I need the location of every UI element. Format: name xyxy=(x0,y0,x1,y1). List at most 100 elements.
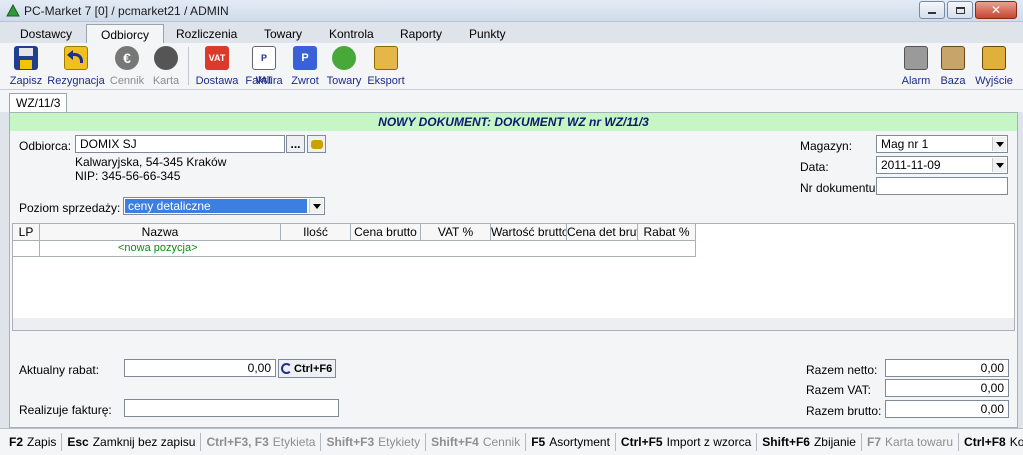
exit-door-icon xyxy=(982,46,1006,70)
database-button[interactable]: Baza xyxy=(938,45,968,89)
apple-icon xyxy=(154,46,178,70)
document-number-label: Nr dokumentu: xyxy=(800,181,879,195)
new-position-row[interactable]: <nowa pozycja> xyxy=(118,241,198,256)
column-header-wartosc-brutto[interactable]: Wartość brutto xyxy=(491,224,567,241)
customer-lookup-button[interactable] xyxy=(307,135,326,153)
maximize-icon xyxy=(955,6,965,14)
column-header-cena-brutto[interactable]: Cena brutto xyxy=(351,224,421,241)
document-number-field[interactable] xyxy=(876,177,1008,195)
menu-tab-rozliczenia[interactable]: Rozliczenia xyxy=(176,27,237,41)
sales-level-value: ceny detaliczne xyxy=(125,199,307,213)
status-bar: F2 Zapis Esc Zamknij bez zapisu Ctrl+F3, F… xyxy=(0,428,1023,455)
floppy-disk-icon xyxy=(14,46,38,70)
return-document-icon: P xyxy=(293,46,317,70)
menu-tab-towary[interactable]: Towary xyxy=(264,27,302,41)
shortcut-import-template[interactable]: Ctrl+F5 Import z wzorca xyxy=(616,433,758,451)
shortcut-columns[interactable]: Ctrl+F8Kolumny xyxy=(959,433,1023,451)
current-discount-label: Aktualny rabat: xyxy=(19,363,100,377)
shortcut-price-list[interactable]: Shift+F4 Cennik xyxy=(426,433,527,451)
invoice-button[interactable]: P VAT Faktura xyxy=(243,45,285,89)
document-panel: NOWY DOKUMENT: DOKUMENT WZ nr WZ/11/3 Od… xyxy=(9,112,1018,428)
items-grid[interactable]: LP Nazwa Ilość Cena brutto VAT % Wartość… xyxy=(12,223,1015,331)
invoice-ref-label: Realizuje fakturę: xyxy=(19,403,112,417)
warehouse-label: Magazyn: xyxy=(800,139,853,153)
current-discount-field[interactable]: 0,00 xyxy=(124,359,276,377)
minimize-icon xyxy=(928,12,936,14)
shortcut-close-without-save[interactable]: Esc Zamknij bez zapisu xyxy=(62,433,202,451)
minimize-button[interactable] xyxy=(919,1,945,19)
toolbar: Zapisz Rezygnacja € Cennik Karta VAT Dos… xyxy=(0,43,1023,90)
menu-bar: Dostawcy Odbiorcy Rozliczenia Towary Kon… xyxy=(0,22,1023,44)
export-icon xyxy=(374,46,398,70)
ellipsis-icon: ... xyxy=(290,137,301,151)
export-button[interactable]: Eksport xyxy=(366,45,406,89)
customer-label: Odbiorca: xyxy=(19,139,72,153)
app-logo-icon xyxy=(6,4,20,17)
customer-field[interactable]: DOMIX SJ xyxy=(75,135,285,153)
menu-tab-dostawcy[interactable]: Dostawcy xyxy=(20,27,72,41)
alarm-button[interactable]: Alarm xyxy=(898,45,934,89)
maximize-button[interactable] xyxy=(947,1,973,19)
menu-tab-odbiorcy[interactable]: Odbiorcy xyxy=(86,24,165,44)
column-header-rabat[interactable]: Rabat % xyxy=(638,224,696,241)
table-row[interactable]: <nowa pozycja> xyxy=(13,241,696,257)
exit-button[interactable]: Wyjście xyxy=(973,45,1015,89)
column-header-cena-det-brutto[interactable]: Cena det brutto xyxy=(567,224,638,241)
euro-tag-icon: € xyxy=(115,46,139,70)
shortcut-assortment[interactable]: F5 Asortyment xyxy=(526,433,616,451)
total-net-value: 0,00 xyxy=(885,359,1009,377)
sales-level-select[interactable]: ceny detaliczne xyxy=(123,197,325,215)
delivery-button[interactable]: VAT Dostawa xyxy=(194,45,240,89)
refresh-icon xyxy=(281,363,292,374)
warehouse-select[interactable]: Mag nr 1 xyxy=(876,135,1008,153)
cancel-button[interactable]: Rezygnacja xyxy=(47,45,105,89)
vat-truck-icon: VAT xyxy=(205,46,229,70)
shortcut-label[interactable]: Ctrl+F3, F3 Etykieta xyxy=(201,433,322,451)
chevron-down-icon xyxy=(309,199,323,213)
shortcut-save[interactable]: F2 Zapis xyxy=(4,433,63,451)
warehouse-value: Mag nr 1 xyxy=(881,137,929,151)
shortcut-labels[interactable]: Shift+F3 Etykiety xyxy=(321,433,427,451)
customer-address: Kalwaryjska, 54-345 Kraków xyxy=(75,155,227,169)
sales-level-label: Poziom sprzedaży: xyxy=(19,201,121,215)
document-tabstrip: WZ/11/3 xyxy=(0,90,1023,112)
refresh-discount-button[interactable]: Ctrl+F6 xyxy=(278,359,337,378)
alarm-icon xyxy=(904,46,928,70)
products-button[interactable]: Towary xyxy=(325,45,363,89)
document-header: NOWY DOKUMENT: DOKUMENT WZ nr WZ/11/3 xyxy=(10,113,1017,131)
fruit-basket-icon xyxy=(332,46,356,70)
column-header-ilosc[interactable]: Ilość xyxy=(281,224,351,241)
column-header-nazwa[interactable]: Nazwa xyxy=(40,224,281,241)
date-value: 2011-11-09 xyxy=(881,158,941,172)
save-button[interactable]: Zapisz xyxy=(8,45,44,89)
total-gross-label: Razem brutto: xyxy=(806,404,882,418)
grid-header: LP Nazwa Ilość Cena brutto VAT % Wartość… xyxy=(13,224,696,241)
toolbar-separator xyxy=(188,47,189,85)
date-label: Data: xyxy=(800,160,829,174)
total-vat-label: Razem VAT: xyxy=(806,383,871,397)
vat-invoice-icon: P VAT xyxy=(252,46,276,85)
shortcut-product-card[interactable]: F7 Karta towaru xyxy=(862,433,960,451)
document-tab[interactable]: WZ/11/3 xyxy=(9,93,68,112)
shortcut-merge[interactable]: Shift+F6 Zbijanie xyxy=(757,433,862,451)
invoice-ref-field[interactable] xyxy=(124,399,339,417)
column-header-lp[interactable]: LP xyxy=(13,224,40,241)
customer-browse-button[interactable]: ... xyxy=(286,135,305,153)
price-list-button[interactable]: € Cennik xyxy=(108,45,146,89)
close-icon: ✕ xyxy=(990,3,1002,17)
grid-footer xyxy=(13,318,1014,330)
total-gross-value: 0,00 xyxy=(885,400,1009,418)
undo-arrow-icon xyxy=(64,46,88,70)
column-header-vat[interactable]: VAT % xyxy=(421,224,491,241)
total-net-label: Razem netto: xyxy=(806,363,878,377)
date-picker[interactable]: 2011-11-09 xyxy=(876,156,1008,174)
title-bar: PC-Market 7 [0] / pcmarket21 / ADMIN ✕ xyxy=(0,0,1023,22)
return-button[interactable]: P Zwrot xyxy=(288,45,322,89)
product-card-button[interactable]: Karta xyxy=(150,45,182,89)
customer-nip: NIP: 345-56-66-345 xyxy=(75,169,181,183)
menu-tab-raporty[interactable]: Raporty xyxy=(400,27,442,41)
menu-tab-kontrola[interactable]: Kontrola xyxy=(329,27,374,41)
menu-tab-punkty[interactable]: Punkty xyxy=(469,27,506,41)
binoculars-icon xyxy=(310,139,323,149)
close-button[interactable]: ✕ xyxy=(975,1,1017,19)
